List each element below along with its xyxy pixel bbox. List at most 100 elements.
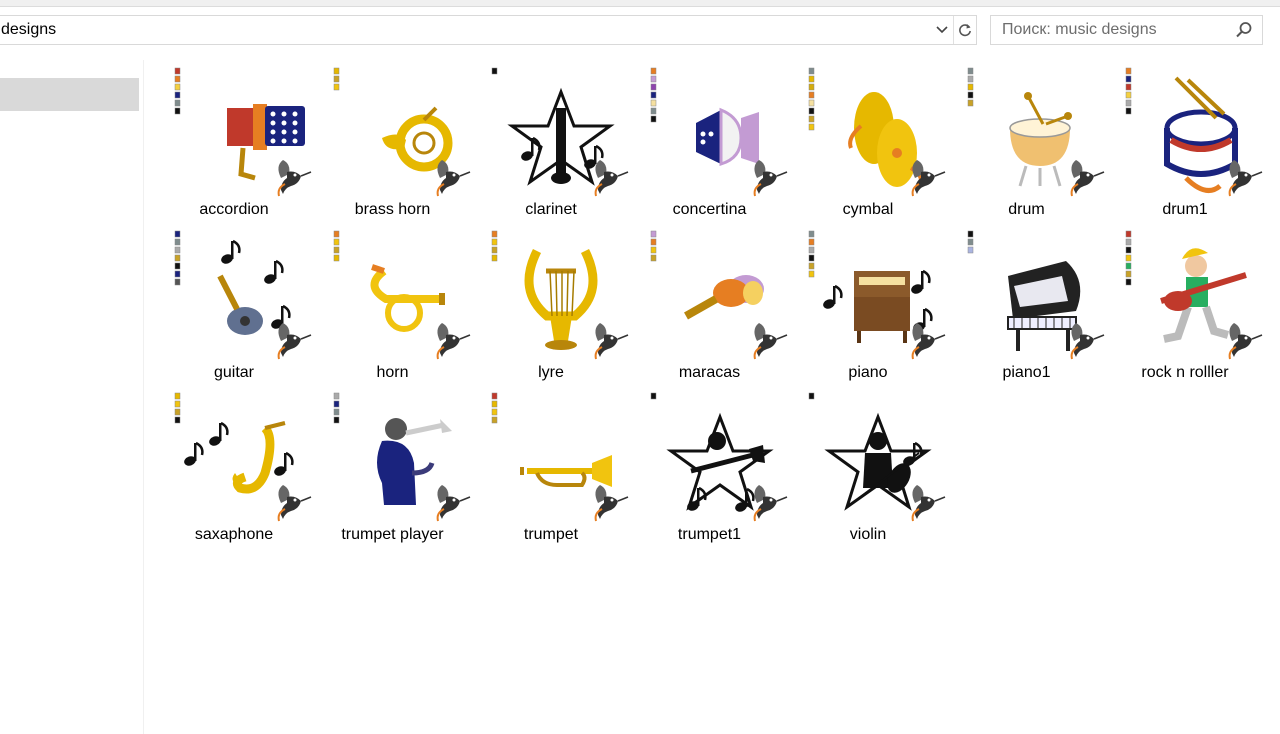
nav-item-selected[interactable]	[0, 78, 139, 111]
color-swatch-strip	[491, 67, 498, 75]
hummingbird-icon	[277, 160, 312, 197]
file-item[interactable]: lyre	[472, 223, 630, 385]
file-item[interactable]: clarinet	[472, 60, 630, 222]
color-swatch	[650, 246, 656, 253]
file-thumbnail	[650, 230, 787, 359]
file-name: horn	[376, 363, 409, 381]
color-swatch	[808, 83, 815, 91]
file-thumbnail	[1125, 230, 1263, 359]
file-item[interactable]: trumpet	[472, 385, 630, 547]
color-swatch	[174, 230, 181, 237]
file-item[interactable]: saxaphone	[155, 385, 313, 547]
color-swatch	[333, 400, 339, 408]
color-swatch	[333, 238, 339, 245]
color-swatch-strip	[491, 392, 498, 424]
file-item[interactable]: piano1	[948, 223, 1106, 385]
file-thumbnail	[333, 67, 470, 197]
color-swatch	[650, 392, 656, 400]
file-thumbnail	[174, 392, 312, 522]
file-item[interactable]: concertina	[631, 60, 789, 222]
color-swatch	[1125, 67, 1132, 75]
search-input[interactable]	[991, 16, 1226, 44]
address-path[interactable]: designs	[0, 21, 931, 39]
file-item[interactable]: drum1	[1106, 60, 1264, 222]
file-name: lyre	[538, 363, 564, 381]
color-swatch-strip	[808, 230, 815, 277]
color-swatch	[174, 416, 181, 424]
color-swatch	[333, 246, 339, 253]
file-item[interactable]: violin	[789, 385, 947, 547]
color-swatch	[174, 392, 181, 400]
color-swatch	[333, 83, 339, 91]
color-swatch	[174, 408, 181, 416]
file-name: drum1	[1162, 201, 1208, 218]
color-swatch	[174, 107, 181, 115]
refresh-icon[interactable]	[954, 16, 976, 44]
chevron-down-icon[interactable]	[931, 16, 953, 44]
color-swatch	[808, 246, 815, 253]
color-swatch	[174, 238, 181, 245]
hummingbird-icon	[911, 485, 946, 522]
hummingbird-icon	[277, 485, 312, 522]
file-thumbnail	[491, 392, 629, 522]
file-item[interactable]: brass horn	[314, 60, 472, 222]
address-bar[interactable]: designs	[0, 15, 977, 45]
instrument-image	[520, 455, 612, 487]
color-swatch-strip	[967, 67, 973, 107]
hummingbird-icon	[911, 322, 946, 359]
color-swatch	[174, 67, 181, 75]
file-item[interactable]: maracas	[631, 223, 789, 385]
file-thumbnail	[808, 67, 946, 197]
file-item[interactable]: drum	[948, 60, 1106, 222]
color-swatch	[333, 408, 339, 416]
color-swatch	[174, 400, 181, 408]
color-swatch	[967, 91, 973, 99]
file-name: piano	[848, 363, 888, 381]
file-item[interactable]: trumpet player	[314, 385, 472, 547]
color-swatch	[808, 262, 815, 269]
file-item[interactable]: rock n rolller	[1106, 223, 1264, 385]
search-box[interactable]	[990, 15, 1263, 45]
instrument-image	[848, 92, 923, 188]
file-item[interactable]: horn	[314, 223, 472, 385]
color-swatch	[1125, 270, 1132, 277]
hummingbird-icon	[911, 160, 946, 197]
hummingbird-icon	[753, 322, 787, 359]
color-swatch-strip	[808, 67, 815, 131]
color-swatch	[1125, 99, 1132, 107]
search-icon[interactable]	[1226, 21, 1262, 39]
color-swatch	[333, 392, 339, 400]
color-swatch	[650, 99, 656, 107]
file-item[interactable]: accordion	[155, 60, 313, 222]
color-swatch	[650, 83, 656, 91]
hummingbird-icon	[436, 160, 470, 197]
file-thumbnail	[491, 230, 629, 359]
color-swatch	[333, 230, 339, 237]
file-item[interactable]: trumpet1	[631, 385, 789, 547]
instrument-image	[1164, 76, 1238, 193]
color-swatch	[808, 254, 815, 261]
file-name: brass horn	[354, 201, 431, 218]
color-swatch-strip	[333, 392, 339, 424]
file-item[interactable]: cymbal	[789, 60, 947, 222]
hummingbird-icon	[594, 160, 629, 197]
file-item[interactable]: guitar	[155, 223, 313, 385]
color-swatch-strip	[1125, 230, 1132, 285]
color-swatch-strip	[650, 230, 656, 261]
color-swatch	[1125, 238, 1132, 245]
file-thumbnail	[174, 67, 312, 197]
file-name: accordion	[199, 201, 269, 218]
color-swatch-strip	[650, 67, 656, 123]
file-item[interactable]: piano	[789, 223, 947, 385]
file-thumbnail	[491, 67, 629, 197]
color-swatch	[1125, 246, 1132, 253]
file-thumbnail	[967, 230, 1104, 359]
window-top-strip	[0, 0, 1280, 7]
color-swatch	[967, 230, 973, 237]
file-name: piano1	[1002, 363, 1051, 381]
color-swatch	[491, 254, 498, 261]
color-swatch	[967, 246, 973, 253]
color-swatch	[1125, 262, 1132, 269]
color-swatch	[333, 67, 339, 75]
instrument-image	[184, 421, 294, 494]
